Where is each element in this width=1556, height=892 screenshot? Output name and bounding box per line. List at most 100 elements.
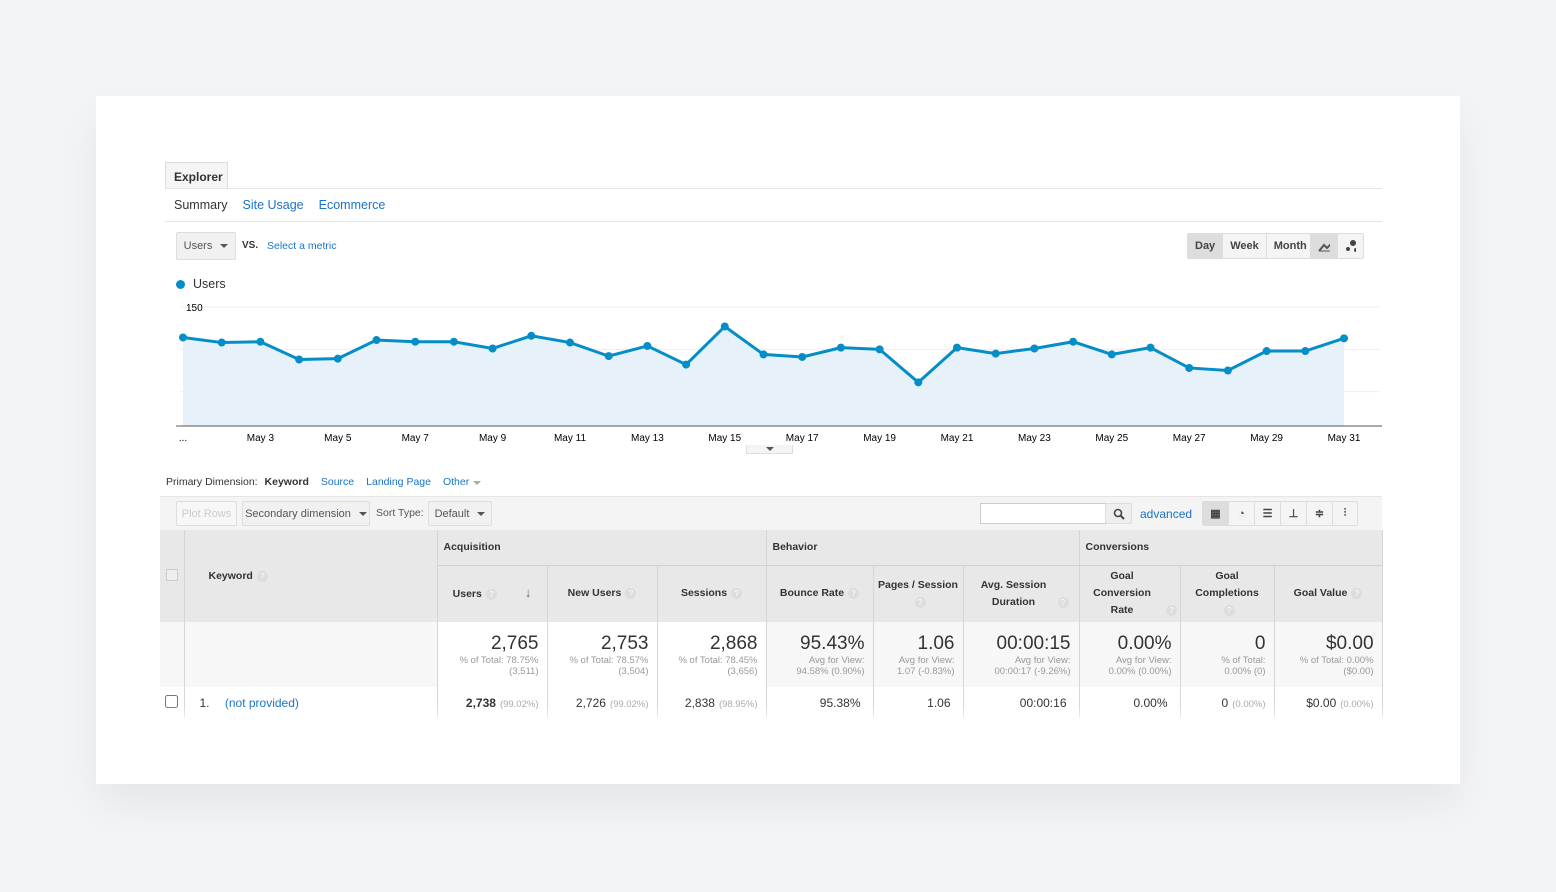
data-point [798, 352, 807, 361]
keyword-header[interactable]: Keyword? [184, 530, 438, 622]
view-switcher: ▦ ◔ ☰ ⊥ ≑ ⫶ [1202, 501, 1358, 526]
x-tick-label: May 3 [247, 433, 275, 444]
help-icon: ? [625, 588, 637, 600]
data-point [372, 336, 381, 345]
search-icon[interactable] [1105, 503, 1132, 524]
dimension-keyword[interactable]: Keyword [265, 476, 309, 488]
group-behavior: Behavior [766, 530, 1080, 566]
data-point [333, 354, 342, 363]
total-cell: 0% of Total: 0.00% (0) [1180, 622, 1275, 687]
data-point [256, 337, 265, 346]
x-tick-label: May 29 [1250, 433, 1283, 444]
dimension-landing-page[interactable]: Landing Page [366, 476, 431, 488]
data-point [449, 337, 458, 346]
data-point [1185, 363, 1194, 372]
help-icon: ? [1057, 596, 1069, 608]
data-point [1301, 347, 1310, 356]
data-point [217, 338, 226, 347]
total-cell: 1.06 Avg for View: 1.07 (-0.83%) [873, 622, 964, 687]
data-point [488, 344, 497, 353]
data-point [295, 355, 304, 364]
total-cell: 2,868% of Total: 78.45% (3,656) [657, 622, 767, 687]
table-search-input[interactable] [980, 503, 1106, 524]
help-icon: ? [848, 588, 860, 600]
help-icon: ? [256, 571, 268, 582]
data-point [1146, 343, 1155, 352]
help-icon: ? [914, 596, 926, 608]
pivot-view-icon[interactable]: ⫶ [1333, 502, 1357, 525]
x-tick-label: May 31 [1328, 433, 1361, 444]
column-header[interactable]: New Users? [547, 565, 658, 622]
data-point [759, 350, 768, 359]
data-point [914, 378, 923, 387]
select-all-checkbox[interactable] [165, 568, 178, 581]
x-tick-label: May 9 [479, 433, 507, 444]
x-tick-label: May 11 [554, 433, 586, 444]
dimension-other[interactable]: Other [443, 476, 482, 488]
dimension-source[interactable]: Source [321, 476, 354, 488]
group-conversions: Conversions [1079, 530, 1383, 566]
help-icon: ? [1223, 605, 1235, 617]
advanced-link[interactable]: advanced [1140, 507, 1192, 521]
data-point [604, 352, 613, 361]
x-tick-label: May 19 [863, 433, 896, 444]
column-header[interactable]: Goal Value? [1274, 565, 1383, 622]
help-icon: ? [731, 588, 743, 600]
help-icon: ? [485, 589, 497, 601]
data-point [836, 343, 845, 352]
data-point [1262, 347, 1271, 356]
help-icon: ? [1351, 588, 1363, 600]
data-point [1030, 344, 1039, 353]
column-header[interactable]: Users? ↓ [437, 565, 548, 622]
column-header[interactable]: Bounce Rate? [766, 565, 874, 622]
y-tick-label: 150 [186, 303, 203, 314]
group-acquisition: Acquisition [437, 530, 767, 566]
x-tick-label: ... [179, 433, 187, 444]
sort-type-label: Sort Type: [376, 507, 424, 519]
bar-view-icon[interactable]: ☰ [1255, 502, 1281, 525]
data-point [720, 322, 729, 331]
data-point [566, 338, 574, 347]
x-tick-label: May 17 [786, 433, 819, 444]
total-cell: 2,765% of Total: 78.75% (3,511) [437, 622, 548, 687]
chart-collapse-handle[interactable] [746, 445, 793, 454]
column-header[interactable]: Avg. Session Duration? [963, 565, 1080, 622]
x-tick-label: May 21 [941, 433, 974, 444]
data-point [1340, 334, 1348, 343]
total-cell: $0.00% of Total: 0.00% ($0.00) [1274, 622, 1383, 687]
x-tick-label: May 15 [708, 433, 741, 444]
x-tick-label: May 27 [1173, 433, 1206, 444]
comparison-view-icon[interactable]: ⊥ [1281, 502, 1307, 525]
grid-view-icon[interactable]: ▦ [1203, 502, 1229, 525]
data-point [682, 360, 691, 369]
total-cell: 00:00:15 Avg for View: 00:00:17 (-9.26%) [963, 622, 1080, 687]
primary-dimension-label: Primary Dimension: Keyword [166, 476, 309, 488]
secondary-dimension-dropdown[interactable]: Secondary dimension [242, 501, 370, 526]
x-tick-label: May 5 [324, 433, 352, 444]
total-cell: 2,753% of Total: 78.57% (3,504) [547, 622, 658, 687]
column-header[interactable]: Sessions? [657, 565, 767, 622]
total-cell: 95.43% Avg for View: 94.58% (0.90%) [766, 622, 874, 687]
column-header[interactable]: Pages / Session? [873, 565, 964, 622]
column-header[interactable]: Goal Completions? [1180, 565, 1275, 622]
data-table: Keyword? Acquisition Behavior Conversion… [160, 530, 1383, 718]
data-point [179, 333, 187, 342]
x-tick-label: May 7 [402, 433, 430, 444]
data-point [953, 343, 961, 352]
total-cell: 0.00% Avg for View: 0.00% (0.00%) [1079, 622, 1181, 687]
column-header[interactable]: Goal Conversion Rate? [1079, 565, 1181, 622]
term-cloud-icon[interactable]: ≑ [1307, 502, 1333, 525]
data-point [643, 341, 652, 350]
users-area [183, 326, 1344, 426]
plot-rows-button[interactable]: Plot Rows [176, 501, 237, 526]
x-tick-label: May 13 [631, 433, 664, 444]
data-point [411, 337, 420, 346]
help-icon: ? [1166, 605, 1177, 617]
data-point [527, 331, 536, 340]
pie-view-icon[interactable]: ◔ [1229, 502, 1255, 525]
data-point [1223, 366, 1232, 375]
x-tick-label: May 23 [1018, 433, 1051, 444]
chevron-down-icon [765, 447, 774, 453]
sort-type-dropdown[interactable]: Default [428, 501, 492, 526]
data-point [1069, 337, 1078, 346]
